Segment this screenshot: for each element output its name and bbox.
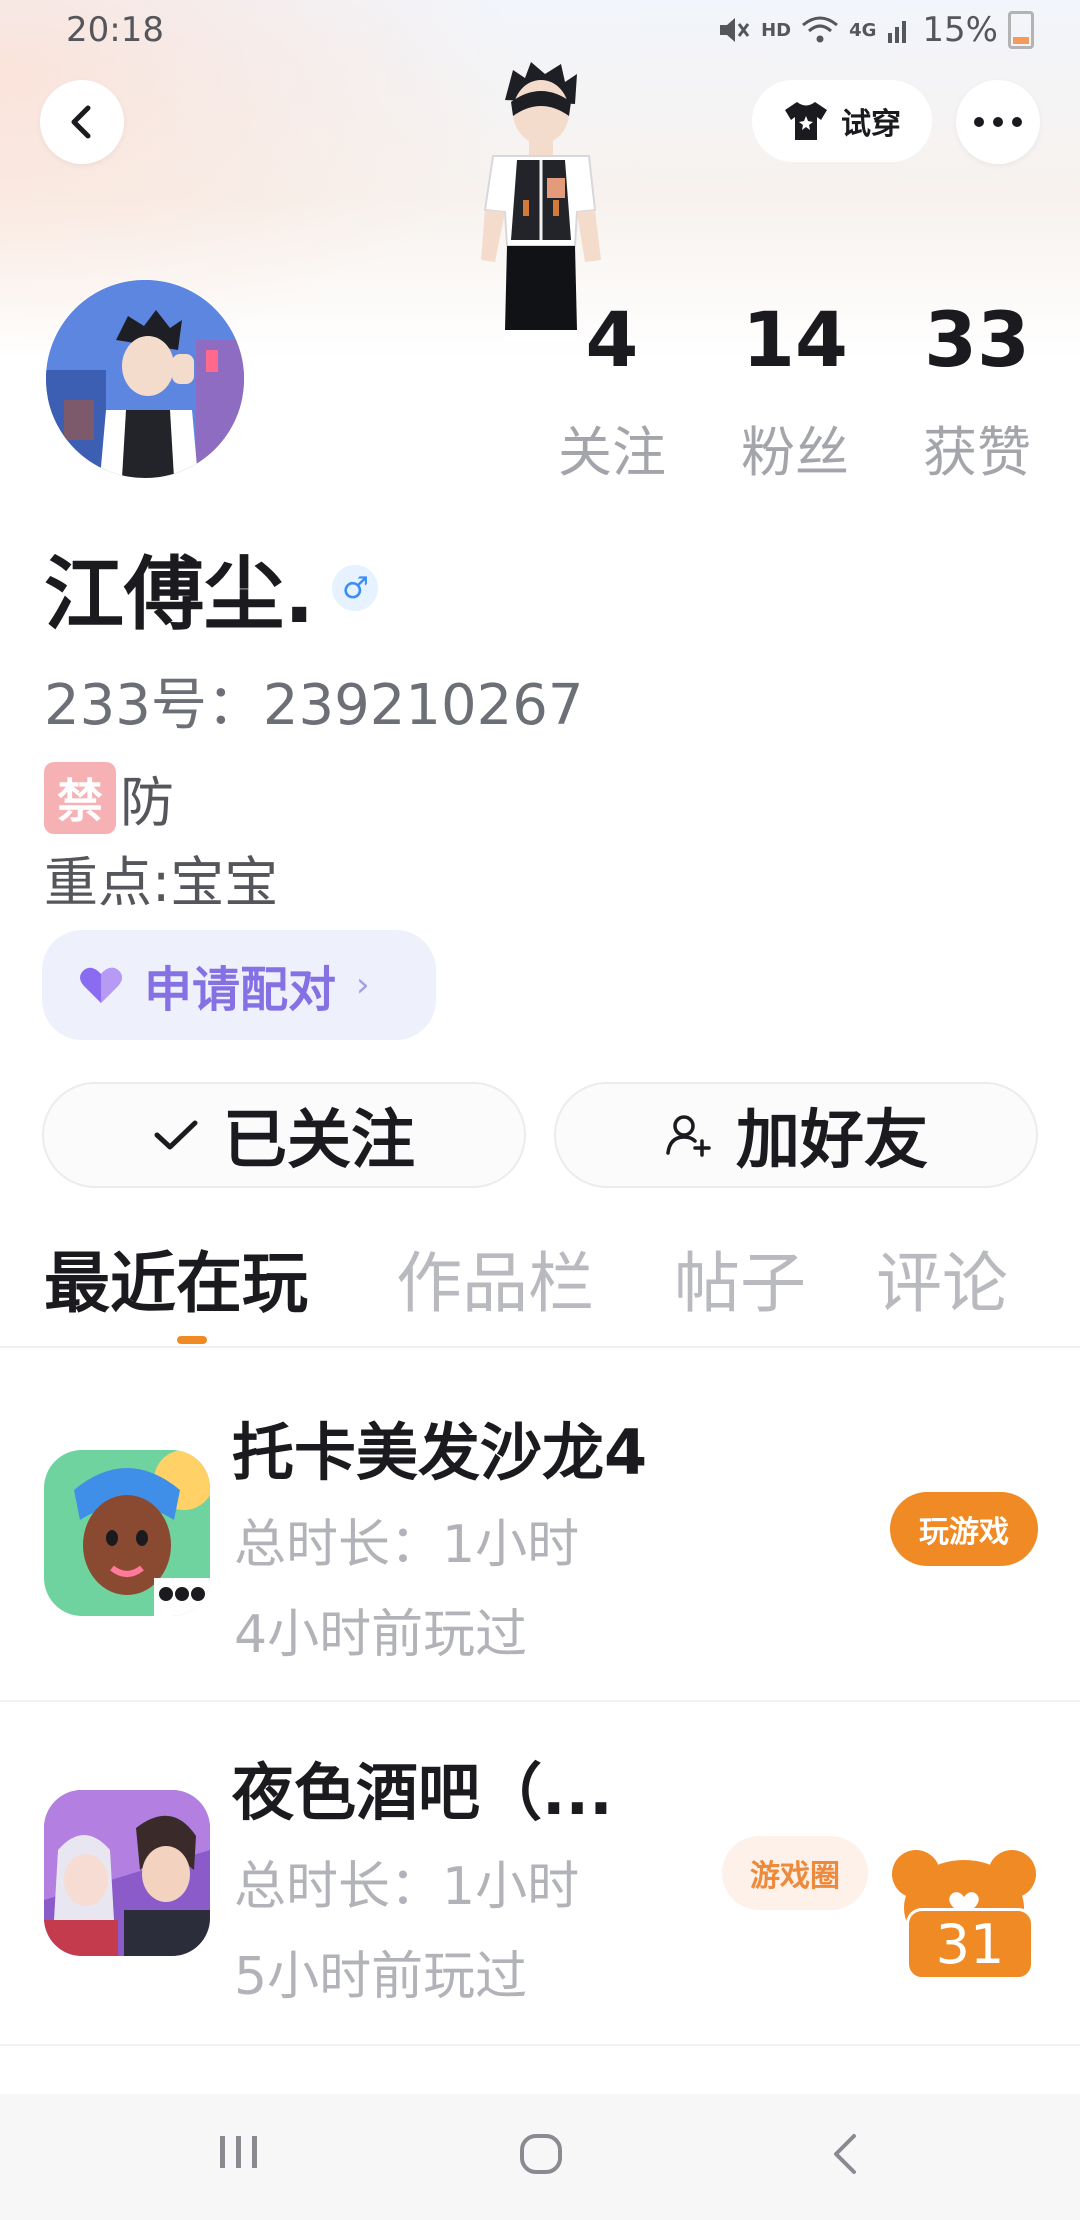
ban-emoji-icon: 禁 <box>44 761 116 834</box>
add-friend-label: 加好友 <box>736 1104 928 1178</box>
recent-apps-button[interactable] <box>216 2132 262 2172</box>
user-id[interactable]: 233号：239210267 <box>44 660 584 741</box>
network-label: 4G <box>849 19 877 41</box>
more-dots-icon <box>974 117 1022 127</box>
tab-posts[interactable]: 帖子 <box>674 1230 806 1326</box>
signal-icon <box>888 21 907 43</box>
floating-count: 31 <box>906 1908 1034 1980</box>
night-bar-image <box>44 1790 210 1956</box>
tryon-button[interactable]: 试穿 <box>752 80 932 162</box>
followed-button[interactable]: 已关注 <box>42 1082 526 1188</box>
fans-label: 粉丝 <box>741 421 849 484</box>
apply-pair-button[interactable]: 申请配对 › <box>42 930 436 1040</box>
row-divider <box>0 2044 1080 2046</box>
wifi-icon <box>802 16 839 43</box>
followed-label: 已关注 <box>223 1104 415 1178</box>
play-game-button[interactable]: 玩游戏 <box>890 1492 1038 1566</box>
game-icon-toca[interactable] <box>44 1450 210 1616</box>
bio-line-1: 禁 防 <box>44 758 174 837</box>
floating-gift-widget[interactable]: 31 <box>890 1838 1038 1988</box>
stat-following[interactable]: 4 关注 <box>550 302 674 487</box>
tab-works[interactable]: 作品栏 <box>396 1230 594 1326</box>
game-duration: 总时长：1小时 <box>234 1857 580 1917</box>
toca-salon-image <box>44 1450 210 1616</box>
back-arrow-icon <box>834 2134 856 2174</box>
bio-text-1: 防 <box>120 771 174 834</box>
tshirt-icon <box>785 102 827 140</box>
following-count: 4 <box>585 295 639 384</box>
nickname: 江傅尘. <box>44 548 315 641</box>
home-icon <box>520 2134 562 2174</box>
hd-label: HD <box>761 19 792 41</box>
system-back-button[interactable] <box>826 2132 866 2176</box>
tab-recently-played[interactable]: 最近在玩 <box>44 1230 308 1326</box>
nickname-row: 江傅尘. ♂ <box>44 530 379 646</box>
system-nav-bar <box>0 2094 1080 2220</box>
more-button[interactable] <box>956 80 1040 164</box>
chevron-right-icon: › <box>356 965 370 1005</box>
active-tab-indicator <box>177 1336 207 1344</box>
male-icon: ♂ <box>332 565 379 611</box>
game-last-played: 4小时前玩过 <box>234 1605 528 1665</box>
battery-percent: 15% <box>922 10 998 50</box>
likes-count: 33 <box>924 295 1030 384</box>
profile-tabs: 最近在玩 作品栏 帖子 评论 <box>0 1230 1080 1350</box>
following-label: 关注 <box>558 421 666 484</box>
game-circle-button[interactable]: 游戏圈 <box>722 1836 868 1910</box>
recent-apps-icon <box>220 2136 257 2168</box>
likes-label: 获赞 <box>923 421 1031 484</box>
home-button[interactable] <box>518 2132 564 2176</box>
game-duration: 总时长：1小时 <box>234 1515 580 1575</box>
tryon-label: 试穿 <box>841 107 901 142</box>
avatar[interactable] <box>46 280 244 478</box>
add-friend-button[interactable]: 加好友 <box>554 1082 1038 1188</box>
stat-likes[interactable]: 33 获赞 <box>912 302 1042 487</box>
avatar-image <box>46 280 244 478</box>
bio-line-2: 重点:宝宝 <box>44 851 279 914</box>
mute-icon <box>720 18 750 42</box>
tab-comments[interactable]: 评论 <box>876 1230 1008 1326</box>
status-time: 20:18 <box>66 10 164 50</box>
stat-fans[interactable]: 14 粉丝 <box>730 302 860 487</box>
chevron-left-icon <box>71 105 91 139</box>
game-title: 托卡美发沙龙4 <box>232 1416 648 1489</box>
status-icons: HD 4G 15% <box>717 10 1034 50</box>
check-icon <box>154 1120 198 1150</box>
tabs-divider <box>0 1346 1080 1348</box>
game-title: 夜色酒吧（... <box>232 1756 613 1829</box>
status-bar: 20:18 HD 4G 15% <box>0 0 1080 66</box>
pair-label: 申请配对 <box>144 962 337 1018</box>
battery-icon <box>1008 11 1034 49</box>
game-row[interactable]: 托卡美发沙龙4 总时长：1小时 4小时前玩过 玩游戏 <box>0 1352 1080 1692</box>
add-person-icon <box>666 1115 711 1157</box>
game-icon-night-bar[interactable] <box>44 1790 210 1956</box>
fans-count: 14 <box>742 295 848 384</box>
game-last-played: 5小时前玩过 <box>234 1947 528 2007</box>
heart-icon <box>80 967 122 1003</box>
back-button[interactable] <box>40 80 124 164</box>
